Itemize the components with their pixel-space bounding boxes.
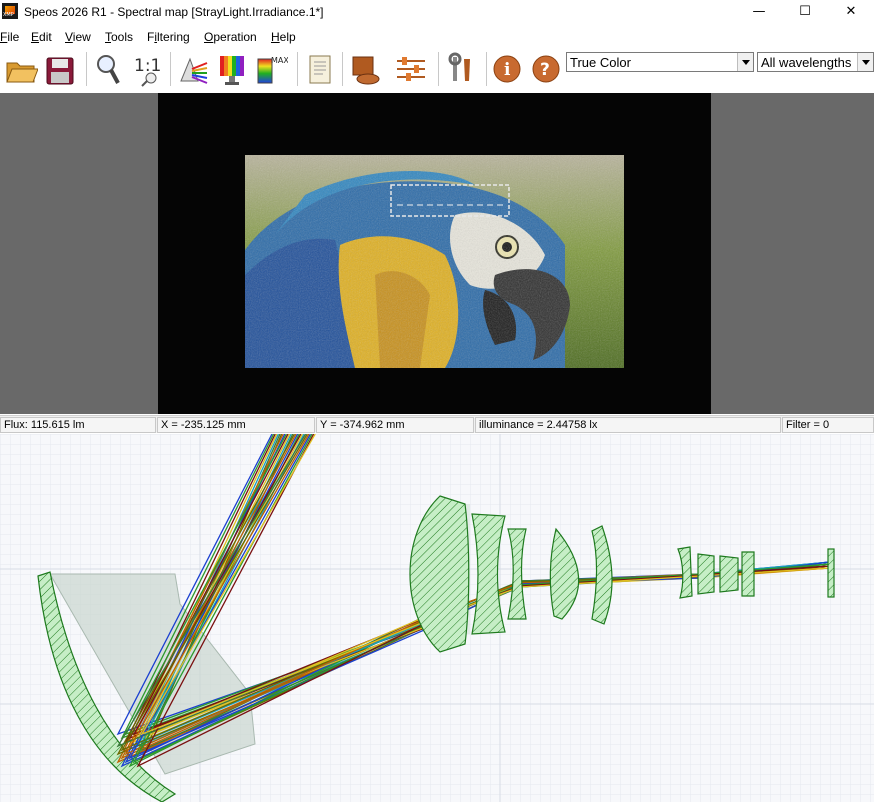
settings-sliders-icon [397,57,425,81]
color-spectrum-button[interactable] [215,51,249,87]
minimize-button[interactable]: — [736,0,782,24]
max-spectrum-icon: MAX [257,56,289,84]
chevron-down-icon [737,53,753,71]
menu-tools[interactable]: Tools [105,30,133,44]
surface-view-button[interactable] [348,51,382,87]
document-report-icon [309,55,331,84]
irradiance-viewer[interactable] [0,93,874,414]
info-icon: i [493,55,521,83]
menu-operation[interactable]: Operation [204,30,257,44]
status-illuminance: illuminance = 2.44758 lx [475,417,781,433]
surface-view-icon [352,56,380,85]
color-spectrum-icon [220,56,244,85]
status-y-coordinate: Y = -374.962 mm [316,417,474,433]
zoom-1to1-icon: 1:1 [134,56,161,87]
help-button[interactable]: ? [529,51,563,87]
menu-view[interactable]: View [65,30,91,44]
menu-file[interactable]: File [0,30,19,44]
open-button[interactable] [4,51,39,87]
irradiance-map-frame [158,93,711,414]
magnifier-icon [97,55,120,84]
zoom-1to1-button[interactable]: 1:1 [131,51,165,87]
irradiance-map-image[interactable] [245,155,624,368]
svg-text:i: i [504,60,511,80]
optical-system-3d-view[interactable] [0,434,874,802]
maximize-button[interactable]: ☐ [782,0,828,24]
image-sensor [827,548,835,598]
lens-element-7 [697,553,715,595]
svg-text:MAX: MAX [271,56,288,65]
chevron-down-icon [857,53,873,71]
title-bar: XMP Speos 2026 R1 - Spectral map [StrayL… [0,0,874,24]
menu-help[interactable]: Help [271,30,296,44]
status-bar: Flux: 115.615 lm X = -235.125 mm Y = -37… [0,415,874,433]
color-mode-select[interactable]: True Color [566,52,754,72]
save-button[interactable] [43,51,77,87]
zoom-button[interactable] [92,51,126,87]
color-prism-icon [180,57,208,84]
tools-button[interactable] [444,51,478,87]
color-prism-button[interactable] [176,51,210,87]
lens-element-9 [741,551,755,597]
svg-text:1:1: 1:1 [134,56,161,76]
save-disk-icon [46,57,74,85]
app-logo-icon: XMP [2,3,18,19]
close-button[interactable]: ✕ [828,0,874,24]
status-x-coordinate: X = -235.125 mm [157,417,315,433]
open-folder-icon [6,62,39,83]
info-button[interactable]: i [490,51,524,87]
menu-edit[interactable]: Edit [31,30,52,44]
menu-filtering[interactable]: Filtering [147,30,190,44]
toolbar: 1:1 MAX i ? True Color All wavelengths [0,46,874,92]
report-button[interactable] [303,51,337,87]
lens-element-8 [719,555,739,593]
help-icon: ? [532,55,560,83]
tools-wrench-icon [448,52,470,81]
status-filter: Filter = 0 [782,417,874,433]
settings-button[interactable] [394,51,428,87]
max-spectrum-button[interactable]: MAX [254,51,289,87]
window-title: Speos 2026 R1 - Spectral map [StrayLight… [24,5,324,19]
svg-text:?: ? [540,60,550,80]
menu-bar: File Edit View Tools Filtering Operation… [0,27,874,46]
wavelength-select[interactable]: All wavelengths [757,52,874,72]
status-flux: Flux: 115.615 lm [0,417,156,433]
